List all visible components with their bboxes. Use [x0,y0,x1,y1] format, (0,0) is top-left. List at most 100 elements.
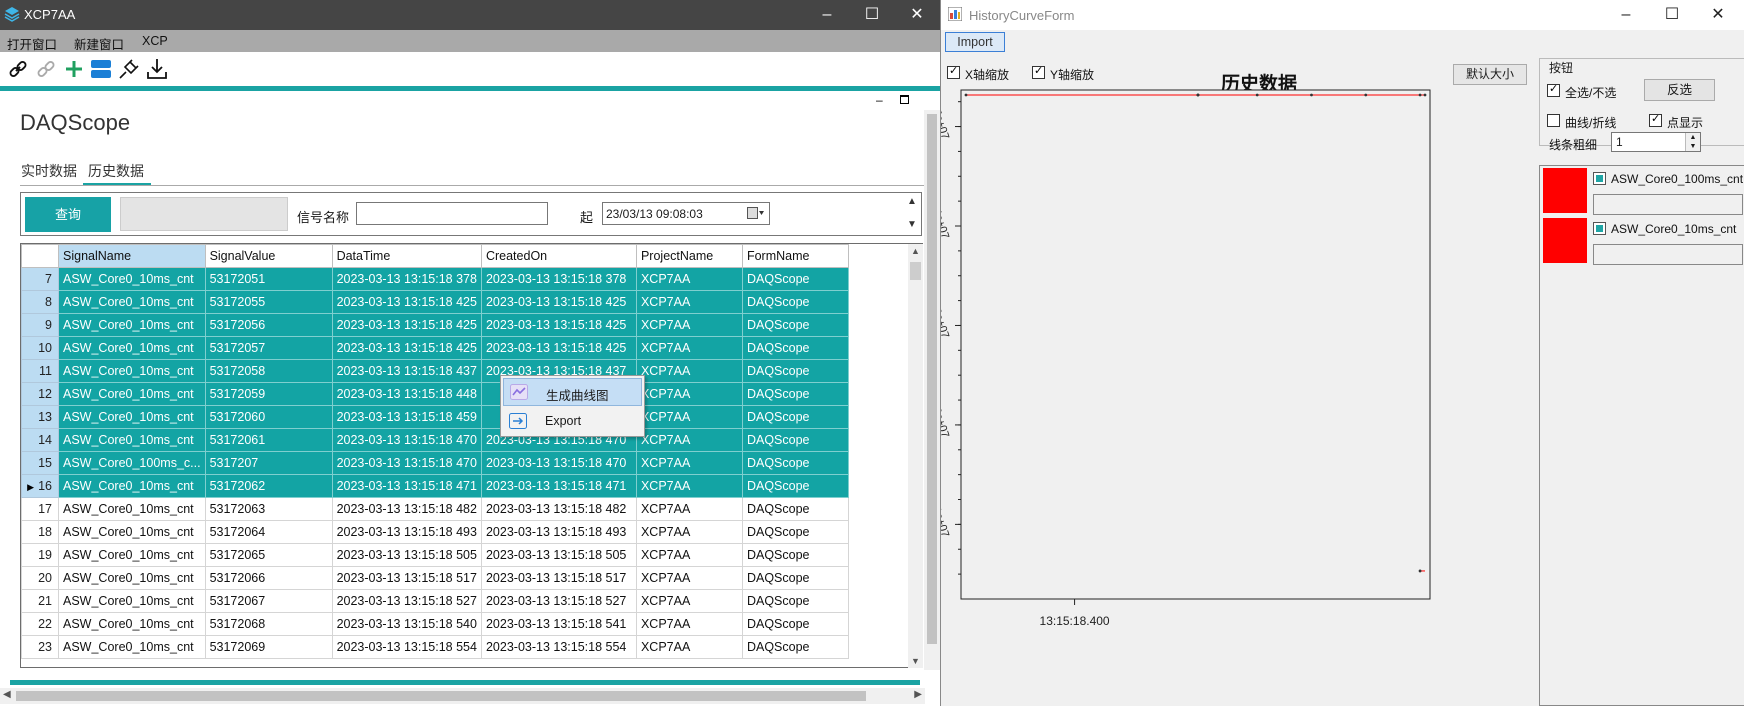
row-header[interactable]: 21 [21,589,59,613]
cell-projectname[interactable]: XCP7AA [635,267,743,291]
cell-datatime[interactable]: 2023-03-13 13:15:18 527 [331,589,482,613]
cell-datatime[interactable]: 2023-03-13 13:15:18 425 [331,336,482,360]
default-size-button[interactable]: 默认大小 [1453,64,1527,85]
unlink-icon[interactable] [34,57,58,81]
row-header[interactable]: 20 [21,566,59,590]
cell-datatime[interactable]: 2023-03-13 13:15:18 470 [331,451,482,475]
cell-signalname[interactable]: ASW_Core0_10ms_cnt [58,520,206,544]
curve-checkbox[interactable] [1547,114,1560,127]
cell-createdon[interactable]: 2023-03-13 13:15:18 425 [480,336,637,360]
cell-datatime[interactable]: 2023-03-13 13:15:18 437 [331,359,482,383]
table-row[interactable]: 13 ASW_Core0_10ms_cnt 53172060 2023-03-13 1… [21,405,849,429]
cell-projectname[interactable]: XCP7AA [635,405,743,429]
row-header[interactable]: 19 [21,543,59,567]
cell-formname[interactable]: DAQScope [741,382,849,406]
row-header[interactable]: 18 [21,520,59,544]
cell-signalname[interactable]: ASW_Core0_10ms_cnt [58,290,206,314]
cell-formname[interactable]: DAQScope [741,520,849,544]
cell-createdon[interactable]: 2023-03-13 13:15:18 517 [480,566,637,590]
table-row[interactable]: 20 ASW_Core0_10ms_cnt 53172066 2023-03-13 1… [21,566,849,590]
cell-projectname[interactable]: XCP7AA [635,543,743,567]
menu-new-window[interactable]: 新建窗口 [74,34,124,53]
row-header[interactable]: ▶ 16 [21,474,59,498]
menu-open-window[interactable]: 打开窗口 [7,34,57,53]
cell-createdon[interactable]: 2023-03-13 13:15:18 425 [480,290,637,314]
cell-formname[interactable]: DAQScope [741,428,849,452]
tab-realtime-data[interactable]: 实时数据 [21,161,77,181]
series-value-field[interactable] [1593,194,1743,215]
cell-signalname[interactable]: ASW_Core0_100ms_c... [58,451,206,475]
table-row[interactable]: 11 ASW_Core0_10ms_cnt 53172058 2023-03-13 1… [21,359,849,383]
cell-projectname[interactable]: XCP7AA [635,635,743,659]
cell-projectname[interactable]: XCP7AA [635,451,743,475]
series-visible-checkbox[interactable] [1593,222,1606,235]
cell-projectname[interactable]: XCP7AA [635,589,743,613]
row-header[interactable]: 15 [21,451,59,475]
cell-signalvalue[interactable]: 53172058 [204,359,333,383]
table-row[interactable]: 12 ASW_Core0_10ms_cnt 53172059 2023-03-13 1… [21,382,849,406]
cell-signalvalue[interactable]: 53172067 [204,589,333,613]
cell-signalname[interactable]: ASW_Core0_10ms_cnt [58,589,206,613]
cell-projectname[interactable]: XCP7AA [635,566,743,590]
cell-formname[interactable]: DAQScope [741,313,849,337]
cell-formname[interactable]: DAQScope [741,336,849,360]
table-row[interactable]: 8 ASW_Core0_10ms_cnt 53172055 2023-03-13 13… [21,290,849,314]
page-vertical-scrollbar[interactable] [924,110,940,670]
cell-signalvalue[interactable]: 53172065 [204,543,333,567]
cell-signalvalue[interactable]: 53172069 [204,635,333,659]
cell-formname[interactable]: DAQScope [741,359,849,383]
cell-datatime[interactable]: 2023-03-13 13:15:18 378 [331,267,482,291]
cell-signalvalue[interactable]: 53172068 [204,612,333,636]
table-row[interactable]: 23 ASW_Core0_10ms_cnt 53172069 2023-03-13 1… [21,635,849,659]
cell-signalvalue[interactable]: 53172051 [204,267,333,291]
row-header[interactable]: 9 [21,313,59,337]
cell-datatime[interactable]: 2023-03-13 13:15:18 554 [331,635,482,659]
row-header[interactable]: 22 [21,612,59,636]
series-color-swatch[interactable] [1543,218,1587,263]
cell-signalname[interactable]: ASW_Core0_10ms_cnt [58,359,206,383]
cell-projectname[interactable]: XCP7AA [635,474,743,498]
scroll-left-icon[interactable]: ◀ [3,689,11,700]
cell-signalvalue[interactable]: 53172060 [204,405,333,429]
row-header[interactable]: 13 [21,405,59,429]
cell-createdon[interactable]: 2023-03-13 13:15:18 541 [480,612,637,636]
download-icon[interactable] [145,57,169,81]
minimize-button[interactable]: – [817,5,837,25]
table-row[interactable]: 18 ASW_Core0_10ms_cnt 53172064 2023-03-13 1… [21,520,849,544]
series-visible-checkbox[interactable] [1593,172,1606,185]
cell-signalname[interactable]: ASW_Core0_10ms_cnt [58,543,206,567]
cell-formname[interactable]: DAQScope [741,589,849,613]
scroll-down-icon[interactable]: ▼ [911,656,920,666]
signal-name-input[interactable] [356,202,548,225]
minimize-button[interactable]: – [1616,5,1636,25]
table-row[interactable]: 19 ASW_Core0_10ms_cnt 53172065 2023-03-13 1… [21,543,849,567]
cell-datatime[interactable]: 2023-03-13 13:15:18 425 [331,313,482,337]
table-row[interactable]: 15 ASW_Core0_100ms_c... 5317207 2023-03-13 … [21,451,849,475]
cell-signalname[interactable]: ASW_Core0_10ms_cnt [58,566,206,590]
cell-projectname[interactable]: XCP7AA [635,612,743,636]
maximize-button[interactable]: ☐ [1662,5,1682,25]
table-row[interactable]: 17 ASW_Core0_10ms_cnt 53172063 2023-03-13 1… [21,497,849,521]
scroll-right-icon[interactable]: ▶ [914,689,922,700]
cell-createdon[interactable]: 2023-03-13 13:15:18 554 [480,635,637,659]
cell-signalname[interactable]: ASW_Core0_10ms_cnt [58,336,206,360]
row-header[interactable]: 17 [21,497,59,521]
cell-datatime[interactable]: 2023-03-13 13:15:18 517 [331,566,482,590]
cell-createdon[interactable]: 2023-03-13 13:15:18 378 [480,267,637,291]
cell-projectname[interactable]: XCP7AA [635,428,743,452]
cell-formname[interactable]: DAQScope [741,290,849,314]
table-row[interactable]: 14 ASW_Core0_10ms_cnt 53172061 2023-03-13 1… [21,428,849,452]
cell-datatime[interactable]: 2023-03-13 13:15:18 448 [331,382,482,406]
maximize-button[interactable]: ☐ [862,5,882,25]
menu-item-generate-curve[interactable]: 生成曲线图 [503,378,642,406]
cell-formname[interactable]: DAQScope [741,566,849,590]
row-header[interactable]: 7 [21,267,59,291]
cell-signalvalue[interactable]: 53172062 [204,474,333,498]
cell-formname[interactable]: DAQScope [741,267,849,291]
start-date-picker[interactable]: 23/03/13 09:08:03 [602,202,770,225]
cell-datatime[interactable]: 2023-03-13 13:15:18 425 [331,290,482,314]
table-row[interactable]: 22 ASW_Core0_10ms_cnt 53172068 2023-03-13 1… [21,612,849,636]
cell-createdon[interactable]: 2023-03-13 13:15:18 527 [480,589,637,613]
column-header-projectname[interactable]: ProjectName [635,244,743,268]
cell-projectname[interactable]: XCP7AA [635,382,743,406]
